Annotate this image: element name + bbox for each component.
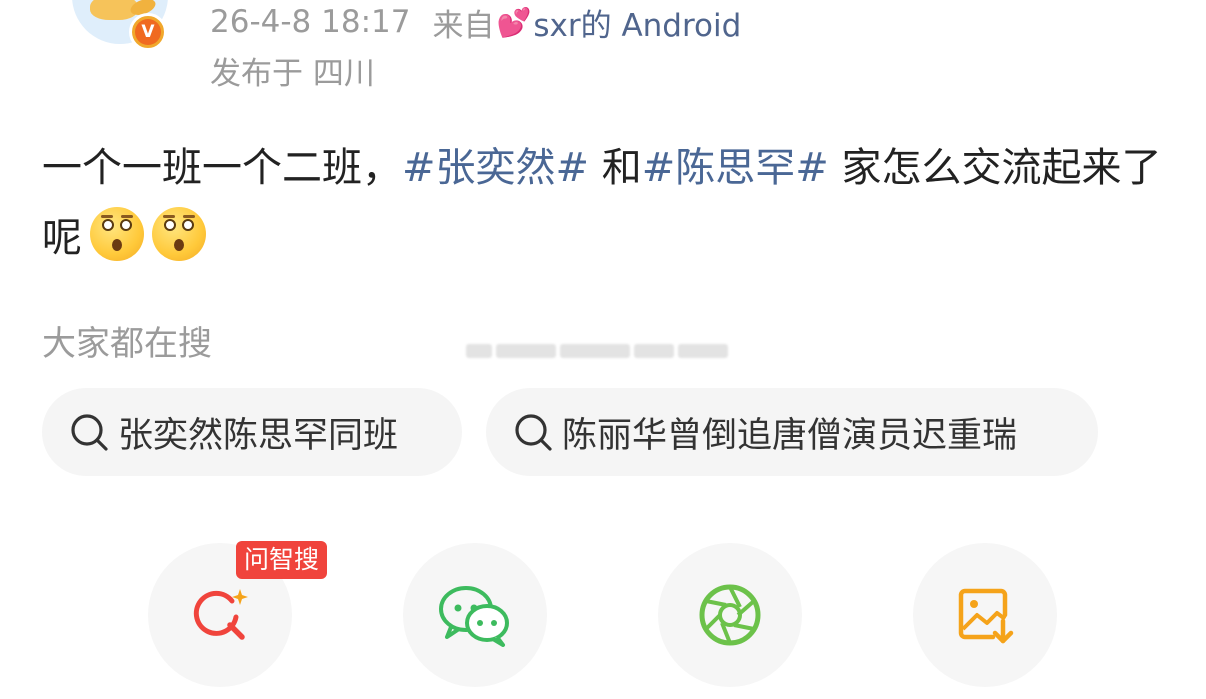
search-chip-label: 陈丽华曾倒追唐僧演员迟重瑞: [562, 415, 1018, 456]
search-chip[interactable]: 张奕然陈思罕同班: [42, 388, 462, 476]
search-chip-label: 张奕然陈思罕同班: [118, 415, 399, 456]
search-icon: [515, 414, 552, 451]
search-icon: [71, 414, 108, 451]
post-timestamp: 26-4-8 18:17: [210, 4, 411, 40]
trending-search-label: 大家都在搜: [42, 324, 212, 364]
source-device-link[interactable]: sxr的 Android: [533, 0, 741, 45]
flushed-face-emoji-icon: [152, 207, 206, 261]
source-prefix: 来自: [432, 7, 495, 44]
share-moments-button[interactable]: [658, 543, 802, 687]
post-text: 一个一班一个二班，: [42, 145, 402, 191]
wenzhisou-tag: 问智搜: [236, 541, 328, 579]
verified-badge-icon: V: [129, 13, 167, 51]
blurred-placeholder: [466, 336, 736, 366]
save-image-button[interactable]: [913, 543, 1057, 687]
post-content: 一个一班一个二班，#张奕然# 和#陈思罕# 家怎么交流起来了呢: [42, 133, 1162, 273]
two-hearts-emoji-icon: 💕: [496, 5, 532, 39]
topic-link-zhangyiran[interactable]: #张奕然#: [402, 145, 589, 191]
moments-shutter-icon: [699, 584, 761, 646]
wechat-icon: [439, 586, 509, 647]
post-meta: 26-4-8 18:17 来自 💕 sxr的 Android: [210, 0, 741, 45]
post-text: 和: [589, 145, 642, 191]
weibo-post-screen: V 26-4-8 18:17 来自 💕 sxr的 Android 发布于 四川 …: [0, 0, 1206, 699]
share-wechat-button[interactable]: [403, 543, 547, 687]
post-location: 发布于 四川: [210, 56, 375, 92]
topic-link-chensihan[interactable]: #陈思罕#: [642, 145, 829, 191]
save-image-icon: [958, 588, 1014, 644]
ai-search-icon: [193, 589, 248, 640]
flushed-face-emoji-icon: [90, 207, 144, 261]
search-chip[interactable]: 陈丽华曾倒追唐僧演员迟重瑞: [486, 388, 1098, 476]
